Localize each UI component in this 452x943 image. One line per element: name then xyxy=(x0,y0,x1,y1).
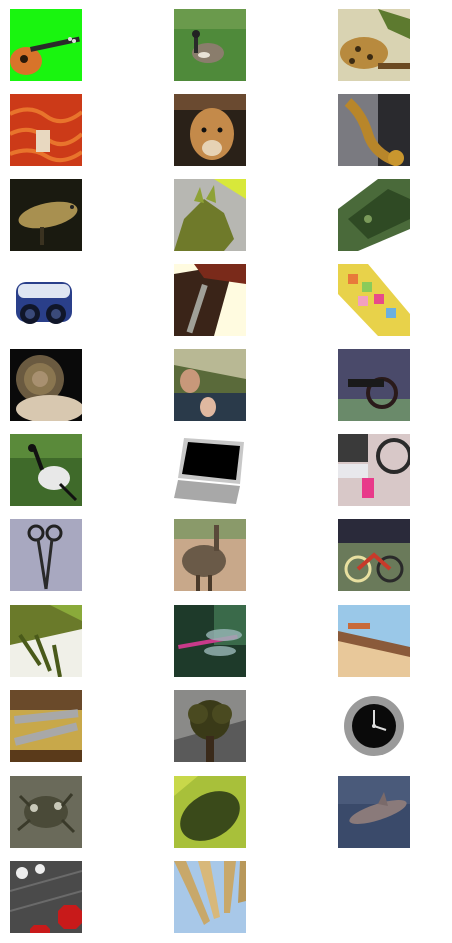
thumbnail-dolphin xyxy=(338,776,410,848)
image-grid xyxy=(0,0,452,943)
thumbnail-bicycle xyxy=(338,519,410,591)
thumbnail-leopard xyxy=(338,9,410,81)
thumbnail-nautilus xyxy=(10,349,82,421)
thumbnail-stop-sign xyxy=(10,861,82,933)
thumbnail-emu xyxy=(174,519,246,591)
thumbnail-bonsai xyxy=(174,690,246,762)
thumbnail-stegosaurus xyxy=(174,179,246,251)
thumbnail-binoculars xyxy=(10,264,82,336)
thumbnail-goose xyxy=(174,9,246,81)
thumbnail-laptop xyxy=(174,434,246,506)
thumbnail-mosaic xyxy=(338,264,410,336)
thumbnail-person-hand xyxy=(174,349,246,421)
thumbnail-marsh xyxy=(10,605,82,677)
thumbnail-tilted-interior xyxy=(174,264,246,336)
thumbnail-saxophone xyxy=(338,94,410,166)
thumbnail-wrench xyxy=(10,690,82,762)
thumbnail-ibis xyxy=(10,434,82,506)
thumbnail-leaf xyxy=(174,776,246,848)
thumbnail-beach xyxy=(338,605,410,677)
thumbnail-tilted-forest xyxy=(338,179,410,251)
thumbnail-fish xyxy=(10,179,82,251)
thumbnail-crab xyxy=(10,776,82,848)
thumbnail-cannon xyxy=(338,349,410,421)
thumbnail-dragonfly xyxy=(174,605,246,677)
thumbnail-wheelchair xyxy=(338,434,410,506)
thumbnail-scissors xyxy=(10,519,82,591)
thumbnail-fan-blades xyxy=(174,861,246,933)
thumbnail-wristwatch xyxy=(338,690,410,762)
thumbnail-cougar xyxy=(174,94,246,166)
thumbnail-mandolin xyxy=(10,9,82,81)
thumbnail-brain xyxy=(10,94,82,166)
